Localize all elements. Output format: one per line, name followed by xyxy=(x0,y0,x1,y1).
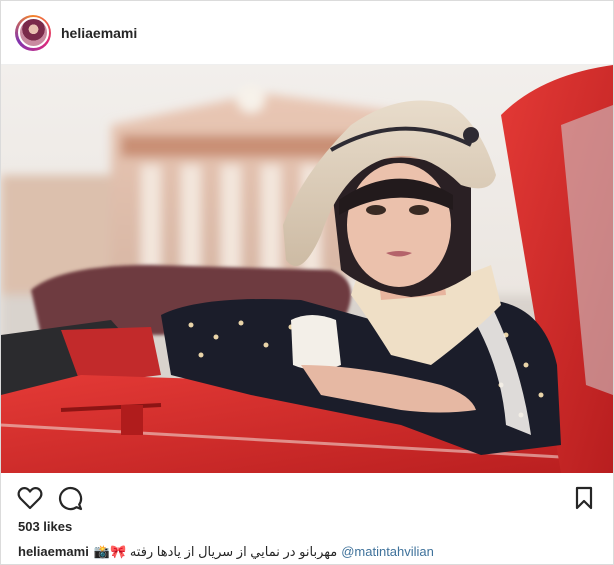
post-header: heliaemami xyxy=(1,1,613,65)
avatar-image xyxy=(17,17,49,48)
bookmark-icon xyxy=(575,486,593,510)
post-photo[interactable] xyxy=(1,65,613,473)
like-count[interactable]: 503 likes xyxy=(18,519,72,534)
heart-outline-icon xyxy=(17,486,43,510)
caption-text: مهربانو در نمايي از سريال از يادها رفته … xyxy=(93,544,338,559)
post-actions xyxy=(1,473,613,521)
comment-bubble-icon xyxy=(58,486,83,511)
post-caption: heliaemami مهربانو در نمايي از سريال از ي… xyxy=(18,544,608,560)
photo-illustration xyxy=(1,65,613,473)
post-username[interactable]: heliaemami xyxy=(61,25,137,41)
comment-button[interactable] xyxy=(57,485,83,511)
caption-mention-link[interactable]: @matintahvilian xyxy=(341,544,434,559)
instagram-post: heliaemami 503 likes heliaemami مهربانو … xyxy=(0,0,614,565)
avatar[interactable] xyxy=(15,14,51,51)
save-button[interactable] xyxy=(571,485,597,511)
like-button[interactable] xyxy=(17,485,43,511)
caption-username[interactable]: heliaemami xyxy=(18,544,89,559)
